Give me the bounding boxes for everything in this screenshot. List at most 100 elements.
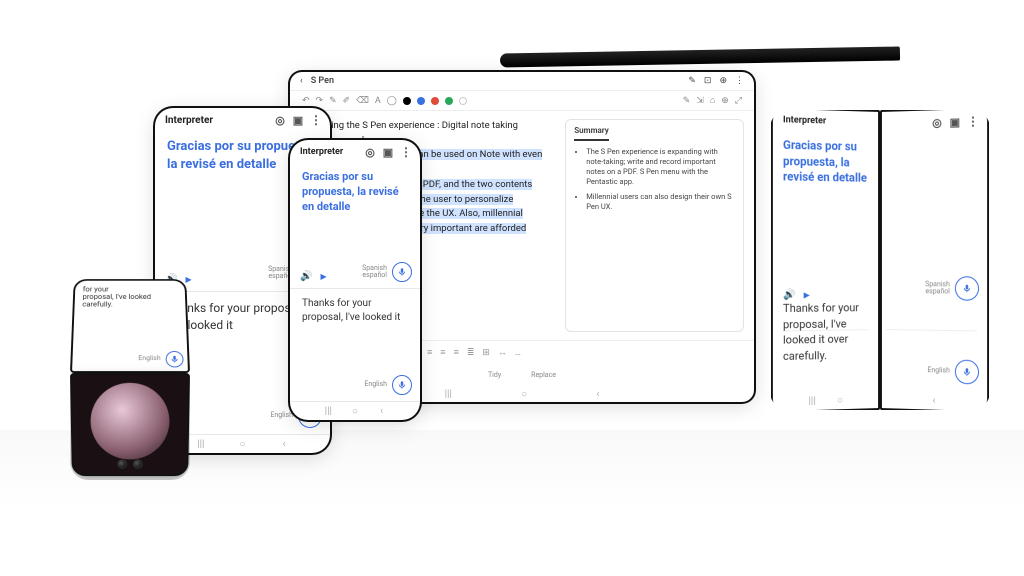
back-icon[interactable]: ‹ — [300, 76, 303, 86]
interpreter-title: Interpreter — [300, 147, 343, 157]
nav-back-icon[interactable]: ‹ — [278, 439, 290, 450]
flip-inner-screen: for your proposal, I've looked carefully… — [70, 279, 190, 372]
translate-pane-es: Gracias por su propuesta, la revisé en d… — [773, 129, 878, 393]
more-icon[interactable]: ⋮ — [400, 146, 412, 158]
lang-label-en[interactable]: English — [270, 412, 293, 419]
hdr-add-icon[interactable]: ⊕ — [719, 76, 727, 86]
target-icon[interactable]: ◎ — [931, 116, 943, 128]
nav-back-icon[interactable]: ‹ — [376, 406, 388, 417]
play-icon[interactable]: ▶ — [804, 290, 810, 299]
nav-recent-icon[interactable]: ||| — [322, 406, 334, 417]
notes-header: ‹ S Pen ✎ ⊡ ⊕ ⋮ — [290, 72, 754, 91]
color-red[interactable] — [431, 97, 439, 105]
lang-label-en[interactable]: English — [364, 381, 387, 388]
hdr-edit-icon[interactable]: ✎ — [688, 76, 696, 86]
bt-list-icon[interactable]: ≣ — [467, 348, 475, 358]
nav-home-icon[interactable]: ○ — [834, 394, 846, 405]
translate-pane-en: Thanks for your proposal, I've looked it… — [290, 289, 420, 402]
notes-toolbar: ↶ ↷ ✎ ✐ ⌫ A ◯ ✎ ⇲ ⌂ ⊕ ⤢ — [290, 91, 754, 111]
hdr-read-icon[interactable]: ⊡ — [704, 76, 712, 86]
nav-back-icon[interactable]: ‹ — [596, 389, 599, 400]
text-icon[interactable]: A — [375, 96, 381, 106]
pen-icon[interactable]: ✎ — [329, 96, 337, 106]
lang-label-es[interactable]: Spanish español — [362, 265, 387, 280]
bt-align2-icon[interactable]: ≡ — [440, 347, 445, 358]
more-icon[interactable]: ⋮ — [967, 115, 979, 128]
flip-cameras — [117, 458, 142, 467]
replace-button[interactable]: Replace — [531, 371, 556, 379]
lang-label-en[interactable]: English — [927, 367, 950, 375]
nav-home-icon[interactable]: ○ — [349, 406, 361, 417]
target-icon[interactable]: ◎ — [364, 146, 376, 158]
tool-home-icon[interactable]: ⌂ — [710, 95, 715, 106]
interpreter-header: Interpreter ◎ ▣ ⋮ — [155, 108, 330, 130]
summary-item: Millennial users can also design their o… — [586, 192, 735, 212]
fold-phone-device: Interpreter Gracias por su propuesta, la… — [770, 110, 990, 410]
flip-phone-device: for your proposal, I've looked carefully… — [70, 265, 190, 480]
bt-align3-icon[interactable]: ≡ — [454, 347, 459, 358]
source-text-en: Thanks for your proposal, I've looked it — [302, 297, 408, 325]
summary-panel: Summary The S Pen experience is expandin… — [565, 119, 744, 332]
nav-back-icon[interactable]: ‹ — [928, 395, 940, 406]
mic-button-en[interactable] — [165, 351, 183, 367]
window-icon[interactable]: ▣ — [382, 146, 394, 158]
target-icon[interactable]: ◎ — [274, 114, 286, 126]
fold-navbar: ‹ — [882, 390, 987, 410]
nav-recent-icon[interactable]: ||| — [195, 439, 207, 450]
s-pen-stylus — [500, 47, 900, 68]
eraser-icon[interactable]: ⌫ — [356, 96, 369, 106]
summary-title: Summary — [574, 126, 609, 141]
mic-button-es[interactable] — [392, 262, 412, 282]
highlighter-icon[interactable]: ✐ — [343, 96, 351, 106]
hdr-more-icon[interactable]: ⋮ — [735, 76, 744, 86]
tool-expand-icon[interactable]: ⤢ — [735, 96, 742, 106]
window-icon[interactable]: ▣ — [292, 114, 304, 126]
flip-wallpaper — [90, 382, 170, 459]
tidy-button[interactable]: Tidy — [488, 371, 501, 379]
fold-right-panel: ◎ ▣ ⋮ Spanish español English — [880, 110, 989, 410]
redo-icon[interactable]: ↷ — [316, 96, 324, 106]
play-icon[interactable]: ▶ — [320, 272, 326, 281]
mic-button-en[interactable] — [955, 360, 979, 385]
nav-home-icon[interactable]: ○ — [521, 389, 527, 400]
phone-small-device: Interpreter ◎ ▣ ⋮ Gracias por su propues… — [290, 140, 420, 420]
bt-check-icon[interactable]: ⊞ — [482, 348, 490, 358]
nav-home-icon[interactable]: ○ — [236, 439, 248, 450]
mic-button-es[interactable] — [955, 276, 979, 301]
color-white[interactable] — [459, 97, 467, 105]
bt-more-icon[interactable]: … — [515, 348, 521, 358]
fold-left-panel: Interpreter Gracias por su propuesta, la… — [771, 110, 880, 410]
more-icon[interactable]: ⋮ — [310, 114, 322, 126]
summary-item: The S Pen experience is expanding with n… — [586, 147, 735, 188]
lang-label-en[interactable]: English — [138, 355, 161, 362]
bt-align1-icon[interactable]: ≡ — [427, 347, 432, 358]
phone-navbar: ||| ○ ‹ — [290, 402, 420, 420]
device-lineup: ‹ S Pen ✎ ⊡ ⊕ ⋮ ↶ ↷ ✎ ✐ ⌫ A ◯ ✎ ⇲ ⌂ ⊕ ⤢ — [0, 70, 1024, 510]
shape-icon[interactable]: ◯ — [387, 96, 397, 106]
color-blue[interactable] — [417, 97, 425, 105]
notes-title: S Pen — [311, 76, 334, 86]
nav-recent-icon[interactable]: ||| — [445, 389, 452, 400]
translated-text-es: Gracias por su propuesta, la revisé en d… — [302, 170, 408, 215]
speaker-icon[interactable]: 🔊 — [783, 290, 796, 301]
flip-text: for your proposal, I've looked carefully… — [82, 286, 178, 309]
translated-text-es: Gracias por su propuesta, la revisé en d… — [783, 138, 868, 187]
interpreter-title: Interpreter — [165, 115, 213, 126]
tool-add-icon[interactable]: ⊕ — [721, 96, 729, 106]
translate-pane-es: Gracias por su propuesta, la revisé en d… — [290, 162, 420, 289]
window-icon[interactable]: ▣ — [949, 116, 961, 129]
mic-button-en[interactable] — [392, 375, 412, 395]
interpreter-header-right: ◎ ▣ ⋮ — [882, 110, 987, 134]
tool-pen2-icon[interactable]: ✎ — [683, 96, 691, 106]
speaker-icon[interactable]: 🔊 — [300, 271, 312, 282]
lang-label-es[interactable]: Spanish español — [925, 281, 950, 296]
fold-navbar: ||| ○ — [773, 390, 878, 410]
color-green[interactable] — [445, 97, 453, 105]
tool-lasso-icon[interactable]: ⇲ — [696, 96, 704, 106]
nav-recent-icon[interactable]: ||| — [806, 395, 818, 407]
color-black[interactable] — [403, 97, 411, 105]
interpreter-title: Interpreter — [783, 115, 826, 126]
bt-indent-icon[interactable]: ↔ — [498, 347, 507, 358]
source-text-en: Thanks for your proposal, I've looked it… — [783, 300, 874, 364]
undo-icon[interactable]: ↶ — [302, 96, 310, 106]
